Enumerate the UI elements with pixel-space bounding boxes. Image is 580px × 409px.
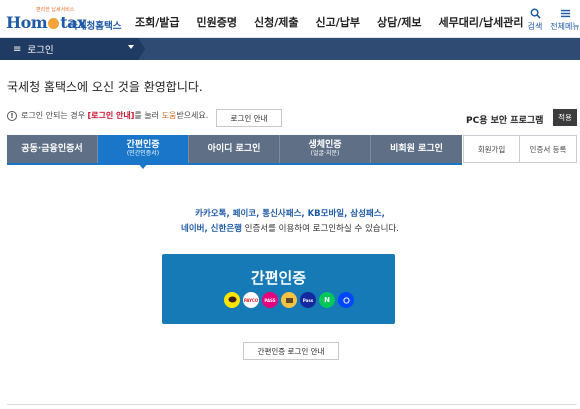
easy-auth-title: 간편인증 <box>250 269 307 287</box>
chevron-down-icon <box>128 45 134 49</box>
main-nav: 조회/발급 민원증명 신청/제출 신고/납부 상담/제보 세무대리/납세관리 <box>135 14 540 30</box>
tab-sublabel: (얼굴·지문) <box>310 149 340 157</box>
notice-highlight: [로그인 안내] <box>87 111 135 120</box>
provider-icons: PAYCO PASS Pass N <box>224 292 357 308</box>
info-icon: ! <box>7 110 17 121</box>
login-tabs: 공동·금융인증서 간편인증 (민간인증서) 아이디 로그인 생체인증 (얼굴·지… <box>7 135 577 169</box>
easy-auth-button[interactable]: 간편인증 PAYCO PASS Pass N <box>162 254 395 324</box>
hamburger-icon: ≡ <box>13 43 22 55</box>
logo-dot-icon <box>48 18 60 29</box>
nav-item-apply[interactable]: 신청/제출 <box>254 14 299 30</box>
breadcrumb[interactable]: ≡ 로그인 <box>0 38 145 60</box>
description-line2: 네이버, 신한은행 인증서를 이용하여 로그인하실 수 있습니다. <box>0 222 580 237</box>
login-notice: ! 로그인 안되는 경우 [로그인 안내] 를 눌러 도움 받으세요. <box>7 110 208 121</box>
tab-id-login[interactable]: 아이디 로그인 <box>189 135 280 163</box>
provider-list-2: 네이버, 신한은행 <box>181 224 242 234</box>
nav-item-report[interactable]: 신고/납부 <box>315 14 360 30</box>
kb-icon <box>281 292 297 308</box>
shinhan-icon <box>338 292 354 308</box>
payco-icon: PAYCO <box>243 292 259 308</box>
easy-auth-description: 카카오톡, 페이코, 통신사패스, KB모바일, 삼성패스, 네이버, 신한은행… <box>0 207 580 237</box>
pc-security-apply-button[interactable]: 적용 <box>553 109 577 126</box>
nav-item-tax-agent[interactable]: 세무대리/납세관리 <box>438 14 523 30</box>
nav-item-consult[interactable]: 상담/제보 <box>377 14 422 30</box>
tab-label: 공동·금융인증서 <box>21 143 83 154</box>
pass-icon: PASS <box>262 292 278 308</box>
tab-non-member[interactable]: 비회원 로그인 <box>371 135 462 163</box>
nav-item-certificate[interactable]: 민원증명 <box>197 14 237 30</box>
description-text: 인증서를 이용하여 로그인하실 수 있습니다. <box>241 224 399 234</box>
search-button[interactable]: 검색 <box>520 8 550 32</box>
signup-link[interactable]: 회원가입 <box>463 135 520 163</box>
search-icon <box>530 8 541 19</box>
menu-icon <box>560 9 570 18</box>
provider-list: 카카오톡, 페이코, 통신사패스, KB모바일, 삼성패스, <box>195 209 385 219</box>
tab-biometric[interactable]: 생체인증 (얼굴·지문) <box>280 135 371 163</box>
tab-label: 아이디 로그인 <box>207 143 261 154</box>
all-menu-label: 전체메뉴 <box>550 22 580 31</box>
naver-icon: N <box>319 292 335 308</box>
all-menu-button[interactable]: 전체메뉴 <box>550 8 580 32</box>
nav-item-lookup[interactable]: 조회/발급 <box>135 14 180 30</box>
tab-sublabel: (민간인증서) <box>126 149 160 157</box>
login-guide-button[interactable]: 로그인 안내 <box>216 109 282 127</box>
breadcrumb-bar: ≡ 로그인 <box>0 38 580 60</box>
util-menu: 검색 전체메뉴 <box>520 8 580 32</box>
tab-certificate[interactable]: 공동·금융인증서 <box>7 135 98 163</box>
tab-easy-auth[interactable]: 간편인증 (민간인증서) <box>98 135 189 169</box>
tab-underline <box>7 163 462 165</box>
kakao-icon <box>224 292 240 308</box>
cert-register-link[interactable]: 인증서 등록 <box>520 135 577 163</box>
pc-security-label: PC용 보안 프로그램 <box>466 116 544 126</box>
search-label: 검색 <box>527 22 543 31</box>
notice-help: 도움 <box>161 111 177 120</box>
samsung-pass-icon: Pass <box>300 292 316 308</box>
breadcrumb-label: 로그인 <box>27 45 54 56</box>
tab-label: 비회원 로그인 <box>390 143 443 154</box>
hometax-logo[interactable]: 편리한 납세서비스 Hom tax 국세청홈택스 <box>6 6 122 34</box>
logo-korean: 국세청홈택스 <box>69 21 122 32</box>
top-header: 편리한 납세서비스 Hom tax 국세청홈택스 조회/발급 민원증명 신청/제출… <box>0 0 580 38</box>
easy-auth-guide-button[interactable]: 간편인증 로그인 안내 <box>243 342 339 360</box>
notice-middle: 를 눌러 <box>134 111 160 120</box>
divider <box>7 404 577 405</box>
notice-suffix: 받으세요. <box>176 111 209 120</box>
logo-slogan: 편리한 납세서비스 <box>36 7 75 13</box>
page-title: 국세청 홈택스에 오신 것을 환영합니다. <box>7 80 203 94</box>
notice-prefix: 로그인 안되는 경우 <box>21 111 85 120</box>
